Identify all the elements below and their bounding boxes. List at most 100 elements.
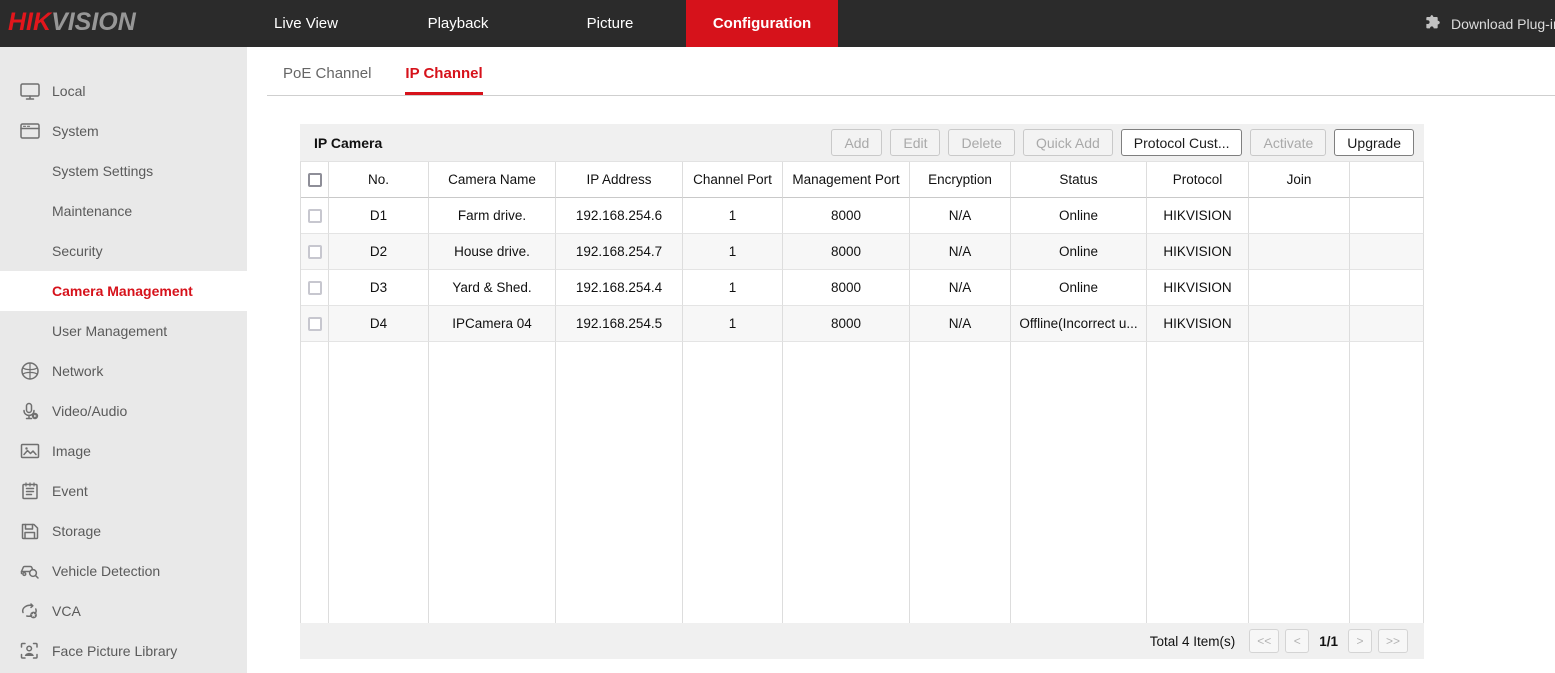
logo-vision: VISION xyxy=(51,8,136,36)
cell-ip-address: 192.168.254.6 xyxy=(556,198,683,234)
cell-status: Online xyxy=(1011,198,1147,234)
nav-tab-label: Live View xyxy=(274,15,338,32)
row-checkbox[interactable] xyxy=(308,209,322,223)
row-checkbox[interactable] xyxy=(308,245,322,259)
nav-tab-label: Playback xyxy=(428,15,489,32)
cell-status: Offline(Incorrect u... xyxy=(1011,306,1147,342)
sidebar-item-label: Face Picture Library xyxy=(52,643,177,659)
sidebar-item-storage[interactable]: Storage xyxy=(0,511,247,551)
edit-button: Edit xyxy=(890,129,940,156)
hikvision-logo: HIKVISION xyxy=(8,8,136,37)
table-row-d3[interactable]: D3Yard & Shed.192.168.254.418000N/AOnlin… xyxy=(300,270,1424,306)
activate-button: Activate xyxy=(1250,129,1326,156)
sidebar-item-label: Video/Audio xyxy=(52,403,127,419)
cell-management-port: 8000 xyxy=(783,198,910,234)
sidebar-item-system[interactable]: System xyxy=(0,111,247,151)
tab-poe-channel[interactable]: PoE Channel xyxy=(283,65,371,95)
sidebar-item-vca[interactable]: VCA xyxy=(0,591,247,631)
nav-tab-picture[interactable]: Picture xyxy=(534,0,686,47)
table-row-d4[interactable]: D4IPCamera 04192.168.254.518000N/AOfflin… xyxy=(300,306,1424,342)
row-checkbox-cell xyxy=(301,270,329,306)
download-plugin-label: Download Plug-in xyxy=(1451,16,1555,32)
column-header-join: Join xyxy=(1249,162,1350,198)
sidebar-item-face-picture-library[interactable]: Face Picture Library xyxy=(0,631,247,671)
image-icon xyxy=(19,441,41,461)
empty-column xyxy=(783,342,910,623)
cell-encryption: N/A xyxy=(910,198,1011,234)
protocol-cust-button[interactable]: Protocol Cust... xyxy=(1121,129,1243,156)
sidebar-item-camera-management[interactable]: Camera Management xyxy=(0,271,247,311)
table-empty-area xyxy=(300,342,1424,623)
total-items-label: Total 4 Item(s) xyxy=(1150,634,1236,649)
next-page-button[interactable]: > xyxy=(1348,629,1372,653)
table-row-d2[interactable]: D2House drive.192.168.254.718000N/AOnlin… xyxy=(300,234,1424,270)
sidebar-item-label: System xyxy=(52,123,99,139)
table-row-d1[interactable]: D1Farm drive.192.168.254.618000N/AOnline… xyxy=(300,198,1424,234)
cell-management-port: 8000 xyxy=(783,234,910,270)
cell-filler xyxy=(1350,198,1424,234)
nav-tab-playback[interactable]: Playback xyxy=(382,0,534,47)
cell-camera-name: IPCamera 04 xyxy=(429,306,556,342)
row-checkbox[interactable] xyxy=(308,281,322,295)
ip-camera-panel: IP Camera AddEditDeleteQuick AddProtocol… xyxy=(300,124,1424,659)
cell-no: D3 xyxy=(329,270,429,306)
prev-page-button[interactable]: < xyxy=(1285,629,1309,653)
sidebar-item-network[interactable]: Network xyxy=(0,351,247,391)
select-all-checkbox[interactable] xyxy=(308,173,322,187)
column-header-channel-port: Channel Port xyxy=(683,162,783,198)
microphone-icon xyxy=(19,401,41,421)
last-page-button[interactable]: >> xyxy=(1378,629,1408,653)
cell-ip-address: 192.168.254.7 xyxy=(556,234,683,270)
sidebar-item-video-audio[interactable]: Video/Audio xyxy=(0,391,247,431)
row-checkbox[interactable] xyxy=(308,317,322,331)
cell-ip-address: 192.168.254.4 xyxy=(556,270,683,306)
sidebar-item-local[interactable]: Local xyxy=(0,71,247,111)
sidebar-item-label: System Settings xyxy=(52,163,153,179)
cell-camera-name: Farm drive. xyxy=(429,198,556,234)
nav-tab-configuration[interactable]: Configuration xyxy=(686,0,838,47)
table-header-row: No.Camera NameIP AddressChannel PortMana… xyxy=(300,161,1424,198)
cell-filler xyxy=(1350,306,1424,342)
row-checkbox-cell xyxy=(301,306,329,342)
sidebar-item-maintenance[interactable]: Maintenance xyxy=(0,191,247,231)
sidebar-item-label: VCA xyxy=(52,603,81,619)
page-indicator: 1/1 xyxy=(1319,634,1338,649)
sidebar-item-security[interactable]: Security xyxy=(0,231,247,271)
sidebar-item-image[interactable]: Image xyxy=(0,431,247,471)
column-header-encryption: Encryption xyxy=(910,162,1011,198)
upgrade-button[interactable]: Upgrade xyxy=(1334,129,1414,156)
sidebar-item-event[interactable]: Event xyxy=(0,471,247,511)
empty-column xyxy=(301,342,329,623)
first-page-button[interactable]: << xyxy=(1249,629,1279,653)
cell-protocol: HIKVISION xyxy=(1147,234,1249,270)
logo-hik: HIK xyxy=(8,8,51,36)
vehicle-detection-icon xyxy=(19,561,41,581)
sidebar-item-user-management[interactable]: User Management xyxy=(0,311,247,351)
cell-management-port: 8000 xyxy=(783,306,910,342)
nav-tab-label: Configuration xyxy=(713,15,811,32)
empty-column xyxy=(910,342,1011,623)
sidebar-item-label: Vehicle Detection xyxy=(52,563,160,579)
download-plugin[interactable]: Download Plug-in xyxy=(1424,0,1555,47)
channel-tabs: PoE Channel IP Channel xyxy=(267,47,1555,96)
sidebar-item-label: Storage xyxy=(52,523,101,539)
sidebar-item-vehicle-detection[interactable]: Vehicle Detection xyxy=(0,551,247,591)
cell-ip-address: 192.168.254.5 xyxy=(556,306,683,342)
tab-ip-channel[interactable]: IP Channel xyxy=(405,65,482,95)
nav-tab-label: Picture xyxy=(587,15,634,32)
select-all-cell xyxy=(301,162,329,198)
cell-status: Online xyxy=(1011,270,1147,306)
top-navigation-bar: HIKVISION Live View Playback Picture Config… xyxy=(0,0,1555,47)
sidebar-item-system-settings[interactable]: System Settings xyxy=(0,151,247,191)
nav-tab-live-view[interactable]: Live View xyxy=(230,0,382,47)
column-header-management-port: Management Port xyxy=(783,162,910,198)
add-button: Add xyxy=(831,129,882,156)
cell-join xyxy=(1249,234,1350,270)
page: HIKVISION Live View Playback Picture Config… xyxy=(0,0,1555,673)
empty-column xyxy=(556,342,683,623)
sidebar-item-label: Maintenance xyxy=(52,203,132,219)
table-footer: Total 4 Item(s) <<< 1/1 >>> xyxy=(300,623,1424,659)
row-checkbox-cell xyxy=(301,198,329,234)
sidebar-item-label: Security xyxy=(52,243,103,259)
empty-column xyxy=(1011,342,1147,623)
